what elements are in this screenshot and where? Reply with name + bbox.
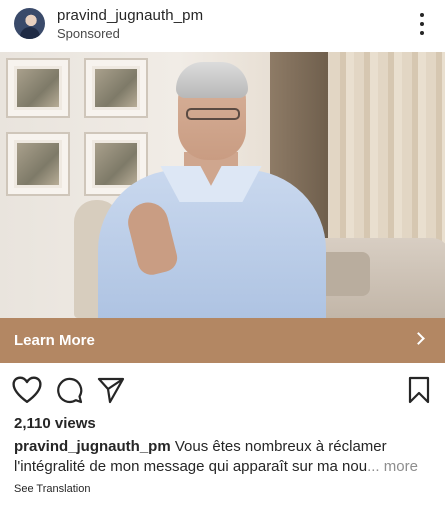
heart-icon[interactable] bbox=[12, 376, 42, 404]
share-icon[interactable] bbox=[96, 376, 126, 404]
chevron-right-icon bbox=[412, 332, 425, 345]
caption-ellipsis: ... bbox=[367, 458, 380, 475]
sponsored-label: Sponsored bbox=[57, 26, 120, 41]
post-header: pravind_jugnauth_pm Sponsored bbox=[0, 0, 445, 52]
see-translation-link[interactable]: See Translation bbox=[14, 483, 90, 495]
post-actions bbox=[0, 372, 445, 408]
caption-username[interactable]: pravind_jugnauth_pm bbox=[14, 438, 171, 455]
more-vertical-icon[interactable] bbox=[417, 13, 427, 35]
wall-frame bbox=[6, 58, 70, 118]
learn-more-button[interactable]: Learn More bbox=[0, 318, 445, 363]
learn-more-label: Learn More bbox=[14, 332, 95, 349]
view-count: 2,110 views bbox=[14, 415, 96, 432]
bookmark-icon[interactable] bbox=[404, 376, 434, 404]
post-username[interactable]: pravind_jugnauth_pm bbox=[57, 7, 203, 24]
caption-text-line2: l'intégralité de mon message qui apparaî… bbox=[14, 458, 368, 475]
wall-frame bbox=[6, 132, 70, 196]
caption-more-link[interactable]: more bbox=[384, 458, 418, 475]
comment-icon[interactable] bbox=[54, 376, 84, 404]
caption-text-line1: Vous êtes nombreux à réclamer bbox=[174, 438, 387, 455]
speaker-figure bbox=[92, 62, 332, 318]
post-caption: pravind_jugnauth_pm Vous êtes nombreux à… bbox=[14, 437, 434, 477]
avatar[interactable] bbox=[14, 8, 45, 39]
post-video[interactable] bbox=[0, 52, 445, 318]
